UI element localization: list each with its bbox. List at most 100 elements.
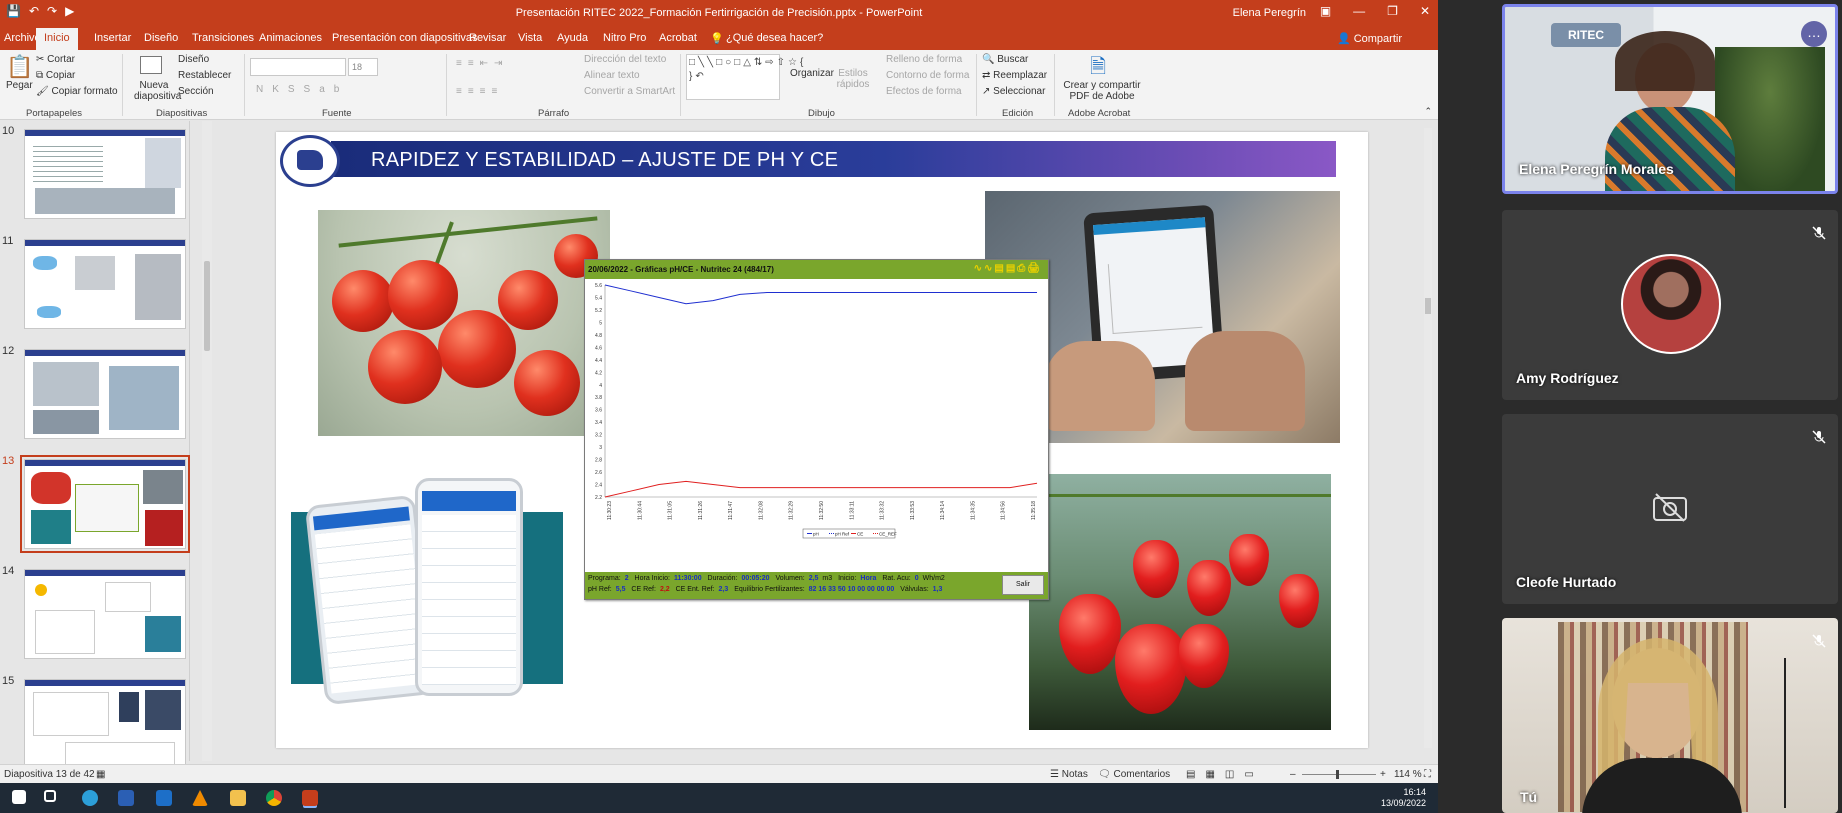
text-direction-button[interactable]: Dirección del texto bbox=[584, 54, 666, 65]
nutritec-chart-window[interactable]: 20/06/2022 - Gráficas pH/CE - Nutritec 2… bbox=[584, 259, 1049, 600]
system-clock[interactable]: 16:14 13/09/2022 bbox=[1381, 787, 1426, 809]
participant-tile-elena[interactable]: RITEC Elena Peregrín Morales … bbox=[1502, 4, 1838, 194]
chart-window-title: 20/06/2022 - Gráficas pH/CE - Nutritec 2… bbox=[588, 265, 774, 274]
layout-button[interactable]: Diseño bbox=[178, 54, 209, 65]
zoom-slider-thumb[interactable] bbox=[1336, 770, 1339, 779]
slide-thumbnail[interactable] bbox=[24, 569, 186, 659]
strawberry-shape bbox=[1115, 624, 1187, 714]
zoom-level[interactable]: 114 % bbox=[1394, 769, 1422, 780]
tomato-photo[interactable] bbox=[318, 210, 610, 436]
y-tick-label: 2.2 bbox=[595, 495, 602, 501]
font-format-buttons[interactable]: NKSSab bbox=[256, 84, 348, 95]
windows-start-icon[interactable] bbox=[12, 790, 26, 804]
participant-tile-self[interactable]: Tú bbox=[1502, 618, 1838, 813]
tab-insertar[interactable]: Insertar bbox=[94, 32, 131, 44]
tab-diseno[interactable]: Diseño bbox=[144, 32, 178, 44]
outlook-icon[interactable] bbox=[156, 790, 172, 806]
task-view-icon[interactable] bbox=[44, 790, 56, 802]
font-name-input[interactable] bbox=[250, 58, 346, 76]
view-buttons[interactable]: ▤▦◫▭ bbox=[1186, 769, 1264, 780]
comment-icon: 🗨 bbox=[1098, 769, 1114, 780]
section-button[interactable]: Sección bbox=[178, 86, 214, 97]
minimize-icon[interactable]: — bbox=[1353, 4, 1365, 18]
arrange-button[interactable]: Organizar bbox=[790, 68, 834, 79]
paste-button[interactable]: Pegar bbox=[6, 80, 33, 91]
participant-tile-amy[interactable]: Amy Rodríguez bbox=[1502, 210, 1838, 400]
slide-thumbnail[interactable] bbox=[24, 349, 186, 439]
strawberry-shape bbox=[1279, 574, 1319, 628]
phones-mockup-image[interactable] bbox=[291, 472, 581, 742]
camera-off-icon bbox=[1653, 493, 1687, 522]
participant-tile-cleofe[interactable]: Cleofe Hurtado bbox=[1502, 414, 1838, 604]
zoom-slider[interactable] bbox=[1302, 774, 1376, 775]
file-explorer-icon[interactable] bbox=[230, 790, 246, 806]
tell-me-icon[interactable]: 💡 bbox=[710, 32, 724, 45]
adobe-pdf-button[interactable]: Crear y compartir PDF de Adobe bbox=[1062, 80, 1142, 102]
close-icon[interactable]: ✕ bbox=[1420, 4, 1430, 18]
slide-thumbnail[interactable] bbox=[24, 129, 186, 219]
shapes-gallery[interactable]: □╲╲□○□△⇅⇨⇧☆{ }↶ bbox=[686, 54, 803, 100]
vlc-icon[interactable] bbox=[192, 790, 208, 806]
y-tick-label: 2.4 bbox=[595, 483, 602, 489]
thumbnail-scrollbar[interactable] bbox=[202, 121, 212, 761]
tab-animaciones[interactable]: Animaciones bbox=[259, 32, 322, 44]
tab-transiciones[interactable]: Transiciones bbox=[192, 32, 254, 44]
copy-button[interactable]: ⧉ Copiar bbox=[36, 70, 75, 81]
list-buttons[interactable]: ≡≡⇤⇥ bbox=[456, 58, 508, 69]
powerpoint-icon[interactable] bbox=[302, 790, 318, 806]
tab-ayuda[interactable]: Ayuda bbox=[557, 32, 588, 44]
shape-effects-button[interactable]: Efectos de forma bbox=[886, 86, 962, 97]
select-button[interactable]: ↗ Seleccionar bbox=[982, 86, 1045, 97]
notes-button[interactable]: ☰ Notas bbox=[1050, 769, 1088, 780]
word-icon[interactable] bbox=[118, 790, 134, 806]
user-name[interactable]: Elena Peregrín bbox=[1233, 7, 1306, 19]
align-buttons[interactable]: ≡≡≡≡ bbox=[456, 86, 503, 97]
new-slide-icon[interactable] bbox=[140, 56, 162, 74]
tomato-shape bbox=[438, 310, 516, 388]
slide-thumbnail[interactable] bbox=[24, 679, 186, 769]
new-slide-button[interactable]: Nueva diapositiva bbox=[134, 80, 181, 102]
comments-button[interactable]: 🗨 Comentarios bbox=[1098, 769, 1170, 780]
slide-scrollbar[interactable] bbox=[1424, 128, 1432, 748]
chart-toolbar-icons[interactable]: ∿∿▤▤⎙🖨 bbox=[974, 263, 1042, 274]
share-button[interactable]: 👤 Compartir bbox=[1337, 32, 1402, 45]
tab-vista[interactable]: Vista bbox=[518, 32, 542, 44]
footer-value: 00:05:20 bbox=[741, 575, 770, 582]
collapse-ribbon-icon[interactable]: ⌃ bbox=[1424, 106, 1432, 117]
paste-icon[interactable]: 📋 bbox=[6, 54, 33, 80]
zoom-out-icon[interactable]: – bbox=[1290, 769, 1296, 780]
quick-styles-button[interactable]: Estilos rápidos bbox=[836, 68, 870, 90]
slide-thumbnail[interactable] bbox=[24, 239, 186, 329]
more-options-icon[interactable]: … bbox=[1801, 21, 1827, 47]
align-text-button[interactable]: Alinear texto bbox=[584, 70, 640, 81]
accessibility-icon[interactable]: ▦ bbox=[96, 769, 105, 780]
font-size-input[interactable]: 18 bbox=[348, 58, 378, 76]
shape-fill-button[interactable]: Relleno de forma bbox=[886, 54, 962, 65]
smartart-button[interactable]: Convertir a SmartArt bbox=[584, 86, 675, 97]
tab-nitro[interactable]: Nitro Pro bbox=[603, 32, 646, 44]
scrollbar-thumb[interactable] bbox=[1425, 298, 1431, 314]
format-painter-button[interactable]: 🖌 Copiar formato bbox=[36, 86, 118, 97]
slide-canvas[interactable]: RAPIDEZ Y ESTABILIDAD – AJUSTE DE PH Y C… bbox=[276, 132, 1368, 748]
exit-button[interactable]: Salir bbox=[1002, 575, 1044, 595]
tab-inicio[interactable]: Inicio bbox=[36, 28, 78, 50]
chrome-icon[interactable] bbox=[266, 790, 282, 806]
tab-revisar[interactable]: Revisar bbox=[469, 32, 506, 44]
cut-button[interactable]: ✂ Cortar bbox=[36, 54, 75, 65]
ribbon-display-icon[interactable]: ▣ bbox=[1320, 4, 1331, 18]
edge-icon[interactable] bbox=[82, 790, 98, 806]
tab-presentacion[interactable]: Presentación con diapositivas bbox=[332, 32, 478, 44]
slide-title[interactable]: RAPIDEZ Y ESTABILIDAD – AJUSTE DE PH Y C… bbox=[371, 149, 838, 172]
strawberry-photo[interactable] bbox=[1029, 474, 1331, 730]
zoom-in-icon[interactable]: + bbox=[1380, 769, 1386, 780]
slide-thumbnail-active[interactable] bbox=[20, 455, 190, 553]
tab-acrobat[interactable]: Acrobat bbox=[659, 32, 697, 44]
fit-slide-icon[interactable]: ⛶ bbox=[1424, 769, 1431, 780]
find-button[interactable]: 🔍 Buscar bbox=[982, 54, 1028, 65]
reset-button[interactable]: Restablecer bbox=[178, 70, 231, 81]
scrollbar-thumb[interactable] bbox=[204, 261, 210, 351]
tell-me-search[interactable]: ¿Qué desea hacer? bbox=[726, 32, 823, 44]
shape-outline-button[interactable]: Contorno de forma bbox=[886, 70, 969, 81]
replace-button[interactable]: ⇄ Reemplazar bbox=[982, 70, 1047, 81]
maximize-icon[interactable]: ❐ bbox=[1387, 4, 1398, 18]
